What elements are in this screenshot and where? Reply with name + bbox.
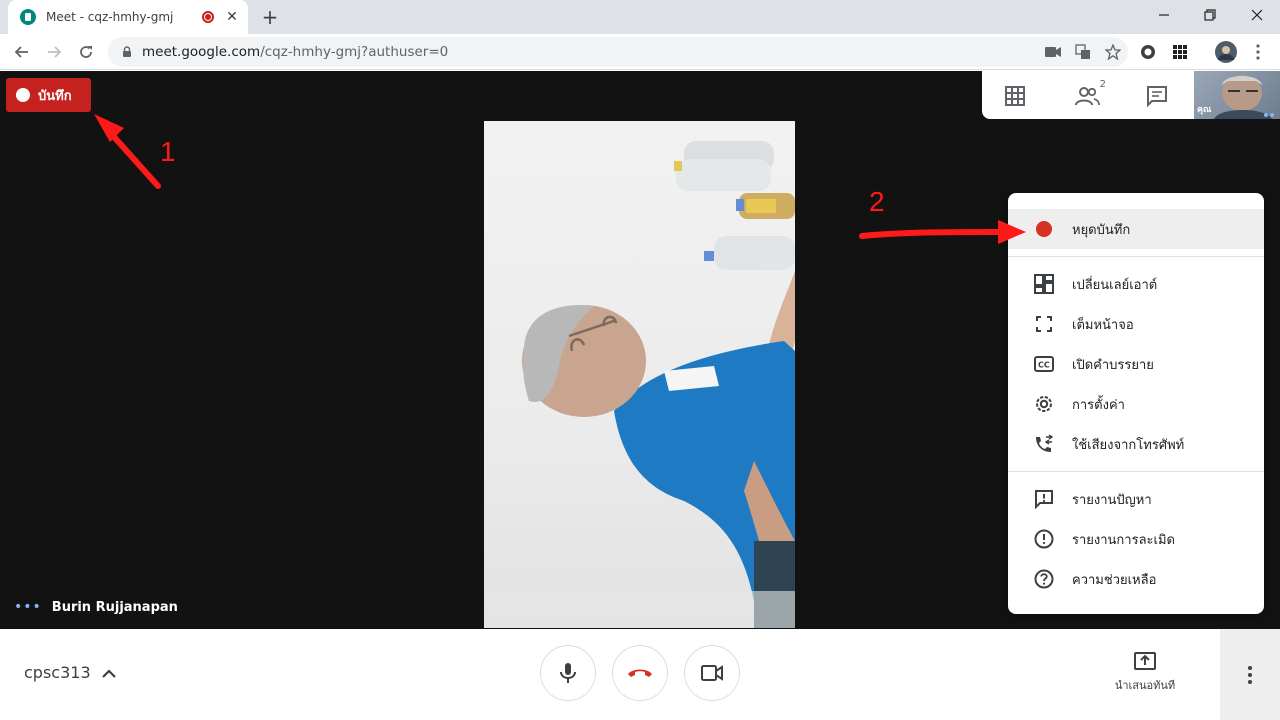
menu-item-label: เปลี่ยนเลย์เอาต์: [1072, 277, 1158, 293]
menu-item-phone-audio[interactable]: ใช้เสียงจากโทรศัพท์: [1008, 424, 1264, 464]
close-window-icon[interactable]: [1234, 0, 1280, 30]
url-text: meet.google.com/cqz-hmhy-gmj?authuser=0: [142, 44, 1038, 60]
video-frame-illustration: [484, 141, 795, 628]
minimize-window-icon[interactable]: [1141, 0, 1187, 30]
participant-video: [484, 121, 795, 628]
extension-icon[interactable]: [1134, 38, 1162, 66]
microphone-button[interactable]: [540, 645, 596, 701]
menu-item-captions[interactable]: CC เปิดคำบรรยาย: [1008, 344, 1264, 384]
svg-text:CC: CC: [1038, 361, 1050, 370]
annotation-number-1: 1: [160, 136, 176, 167]
menu-item-help[interactable]: ความช่วยเหลือ: [1008, 559, 1264, 599]
apps-grid-icon[interactable]: [1166, 38, 1194, 66]
lock-icon: [123, 46, 131, 57]
grid-layout-icon[interactable]: [1000, 81, 1030, 111]
chevron-up-icon[interactable]: [100, 665, 118, 683]
forward-arrow-icon[interactable]: [40, 38, 68, 66]
menu-item-label: ใช้เสียงจากโทรศัพท์: [1072, 437, 1185, 453]
recording-badge-label: บันทึก: [38, 88, 72, 104]
captions-icon: CC: [1032, 352, 1056, 376]
profile-avatar[interactable]: [1212, 38, 1240, 66]
reload-icon[interactable]: [72, 38, 100, 66]
layout-icon: [1032, 272, 1056, 296]
speaking-indicator-icon: •••: [14, 599, 42, 615]
present-screen-icon: [1134, 652, 1156, 670]
browser-tab[interactable]: Meet - cqz-hmhy-gmj ✕: [8, 0, 248, 34]
menu-item-label: หยุดบันทึก: [1072, 222, 1131, 238]
options-menu: หยุดบันทึก เปลี่ยนเลย์เอาต์ เต็มหน้าจอ C…: [1008, 193, 1264, 614]
chat-icon[interactable]: [1142, 81, 1172, 111]
present-label: นำเสนอทันที: [1114, 679, 1176, 692]
back-arrow-icon[interactable]: [8, 38, 36, 66]
recording-badge: บันทึก: [6, 78, 91, 112]
bookmark-star-icon[interactable]: [1098, 37, 1128, 67]
annotation-number-2: 2: [869, 186, 885, 217]
menu-item-settings[interactable]: การตั้งค่า: [1008, 384, 1264, 424]
meeting-code[interactable]: cpsc313: [24, 663, 91, 682]
menu-divider: [1008, 256, 1264, 257]
speaker-name-tag: ••• Burin Rujjanapan: [14, 599, 178, 615]
meet-bottom-bar: cpsc313 นำเสนอทันที: [0, 629, 1280, 720]
video-camera-icon: [701, 665, 723, 681]
restore-window-icon[interactable]: [1187, 0, 1233, 30]
tab-close-icon[interactable]: ✕: [224, 9, 240, 25]
translate-icon[interactable]: [1068, 37, 1098, 67]
tab-title: Meet - cqz-hmhy-gmj: [46, 10, 174, 24]
more-options-button[interactable]: [1220, 629, 1280, 720]
present-now-button[interactable]: นำเสนอทันที: [1100, 651, 1190, 694]
meet-favicon-icon: [20, 9, 36, 25]
report-problem-icon: [1032, 487, 1056, 511]
address-bar[interactable]: meet.google.com/cqz-hmhy-gmj?authuser=0: [108, 37, 1128, 67]
browser-toolbar: meet.google.com/cqz-hmhy-gmj?authuser=0: [0, 34, 1280, 70]
help-icon: [1032, 567, 1056, 591]
people-icon: [1075, 87, 1100, 106]
menu-item-label: รายงานปัญหา: [1072, 492, 1152, 508]
speaker-name: Burin Rujjanapan: [51, 599, 178, 615]
screen: Meet - cqz-hmhy-gmj ✕ + meet.google.com/…: [0, 0, 1280, 720]
record-dot-icon: [1032, 217, 1056, 241]
menu-item-label: รายงานการละเมิด: [1072, 532, 1175, 548]
settings-gear-icon: [1032, 392, 1056, 416]
browser-menu-icon[interactable]: [1244, 38, 1272, 66]
participants-button[interactable]: 2: [1070, 79, 1106, 111]
self-view-thumbnail[interactable]: คุณ: [1194, 71, 1280, 119]
camera-button[interactable]: [684, 645, 740, 701]
menu-item-label: การตั้งค่า: [1072, 397, 1125, 413]
menu-item-fullscreen[interactable]: เต็มหน้าจอ: [1008, 304, 1264, 344]
meet-stage: บันทึก 2 คุณ หยุดบันทึก เปลี่ยนเลย์เอาต์…: [0, 71, 1280, 629]
phone-hangup-icon: [628, 669, 652, 677]
new-tab-button[interactable]: +: [258, 5, 282, 29]
menu-item-stop-recording[interactable]: หยุดบันทึก: [1008, 209, 1264, 249]
report-abuse-icon: [1032, 527, 1056, 551]
menu-item-label: เปิดคำบรรยาย: [1072, 357, 1154, 373]
more-vert-icon: [1248, 665, 1252, 684]
menu-item-label: เต็มหน้าจอ: [1072, 317, 1134, 333]
microphone-icon: [560, 663, 576, 683]
menu-item-report-problem[interactable]: รายงานปัญหา: [1008, 479, 1264, 519]
camera-permission-icon[interactable]: [1038, 37, 1068, 67]
url-host: meet.google.com: [142, 44, 261, 60]
phone-audio-icon: [1032, 432, 1056, 456]
participant-count: 2: [1099, 79, 1106, 90]
menu-item-label: ความช่วยเหลือ: [1072, 572, 1157, 588]
menu-item-report-abuse[interactable]: รายงานการละเมิด: [1008, 519, 1264, 559]
recording-dot-icon: [16, 88, 30, 102]
browser-tab-strip: Meet - cqz-hmhy-gmj ✕ +: [0, 0, 1280, 34]
menu-item-change-layout[interactable]: เปลี่ยนเลย์เอาต์: [1008, 264, 1264, 304]
hang-up-button[interactable]: [612, 645, 668, 701]
tab-recording-icon: [202, 11, 214, 23]
self-label: คุณ: [1197, 105, 1212, 115]
fullscreen-icon: [1032, 312, 1056, 336]
menu-divider: [1008, 471, 1264, 472]
url-path: /cqz-hmhy-gmj?authuser=0: [260, 44, 449, 60]
